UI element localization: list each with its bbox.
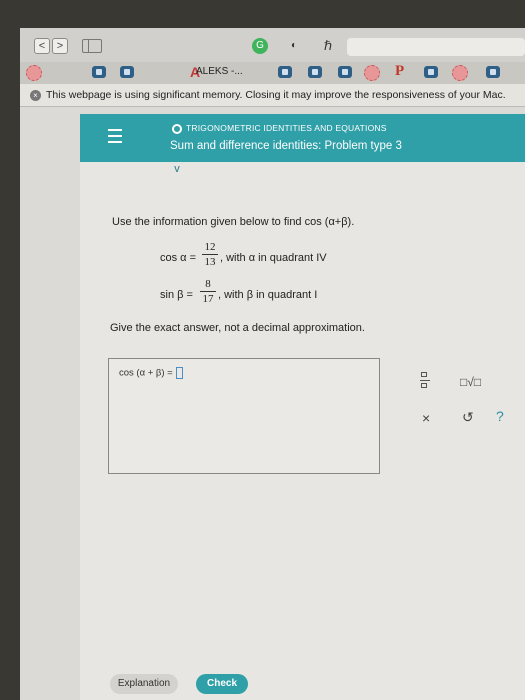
browser-window: < > G ◐ ℏ A ALEKS -... P × This webpage i… — [20, 28, 525, 700]
tab-page-icon[interactable] — [92, 66, 106, 78]
tab-page-icon[interactable] — [424, 66, 438, 78]
topic-status-icon — [172, 124, 182, 134]
tab-page-icon[interactable] — [120, 66, 134, 78]
browser-toolbar: < > G ◐ ℏ — [20, 28, 525, 62]
answer-expression: cos (α + β) = — [119, 367, 183, 379]
grammarly-extension-icon[interactable]: G — [252, 38, 268, 54]
tab-aleks[interactable]: ALEKS -... — [196, 66, 243, 77]
tab-page-icon[interactable] — [278, 66, 292, 78]
sin-beta-fraction: 8 17 — [200, 278, 216, 305]
tab-flower-icon[interactable] — [26, 65, 42, 81]
back-button[interactable]: < — [34, 38, 50, 54]
clear-icon[interactable]: × — [422, 410, 430, 426]
tab-bar: A ALEKS -... P — [20, 62, 525, 84]
sin-beta-label: sin β = — [160, 289, 193, 301]
tab-page-icon[interactable] — [338, 66, 352, 78]
cos-alpha-numerator: 12 — [204, 241, 216, 253]
topic-header: TRIGONOMETRIC IDENTITIES AND EQUATIONS S… — [80, 114, 525, 162]
extension-d-icon[interactable]: ◐ — [286, 38, 302, 54]
cos-alpha-label: cos α = — [160, 252, 197, 264]
sin-beta-denominator: 17 — [202, 293, 214, 305]
hamburger-menu-icon[interactable] — [108, 129, 122, 143]
extension-r-icon[interactable]: ℏ — [320, 38, 336, 54]
tab-page-icon[interactable] — [308, 66, 322, 78]
answer-label: cos (α + β) = — [119, 367, 173, 379]
cos-alpha-fraction: 12 13 — [202, 241, 218, 268]
cos-alpha-denominator: 13 — [204, 256, 216, 268]
tab-flower-icon[interactable] — [364, 65, 380, 81]
answer-instruction: Give the exact answer, not a decimal app… — [110, 322, 365, 334]
memory-warning-text: This webpage is using significant memory… — [46, 89, 506, 101]
answer-input-box[interactable]: cos (α + β) = — [108, 358, 380, 474]
explanation-button[interactable]: Explanation — [110, 674, 178, 694]
collapse-chevron-icon[interactable]: v — [168, 162, 186, 180]
sidebar-toggle-icon[interactable] — [82, 39, 102, 53]
forward-button[interactable]: > — [52, 38, 68, 54]
close-icon[interactable]: × — [30, 89, 41, 101]
answer-input-slot[interactable] — [175, 367, 183, 379]
sin-beta-condition: , with β in quadrant I — [218, 289, 318, 301]
tab-p-icon[interactable]: P — [395, 63, 404, 80]
sin-beta-numerator: 8 — [205, 278, 211, 290]
math-toolbar: □√□ × ↺ ? — [404, 358, 512, 440]
problem-title: Sum and difference identities: Problem t… — [170, 140, 402, 152]
square-root-tool-icon[interactable]: □√□ — [460, 375, 481, 389]
cos-alpha-condition: , with α in quadrant IV — [220, 252, 327, 264]
undo-icon[interactable]: ↺ — [462, 409, 474, 426]
check-button[interactable]: Check — [196, 674, 248, 694]
help-icon[interactable]: ? — [496, 408, 504, 424]
problem-prompt: Use the information given below to find … — [112, 216, 355, 228]
memory-warning-banner: × This webpage is using significant memor… — [20, 84, 525, 107]
tab-page-icon[interactable] — [486, 66, 500, 78]
tab-flower-icon[interactable] — [452, 65, 468, 81]
topic-title: TRIGONOMETRIC IDENTITIES AND EQUATIONS — [186, 123, 387, 133]
problem-area: Use the information given below to find … — [80, 162, 525, 700]
fraction-tool-icon[interactable] — [420, 372, 430, 390]
address-bar[interactable] — [347, 38, 525, 56]
